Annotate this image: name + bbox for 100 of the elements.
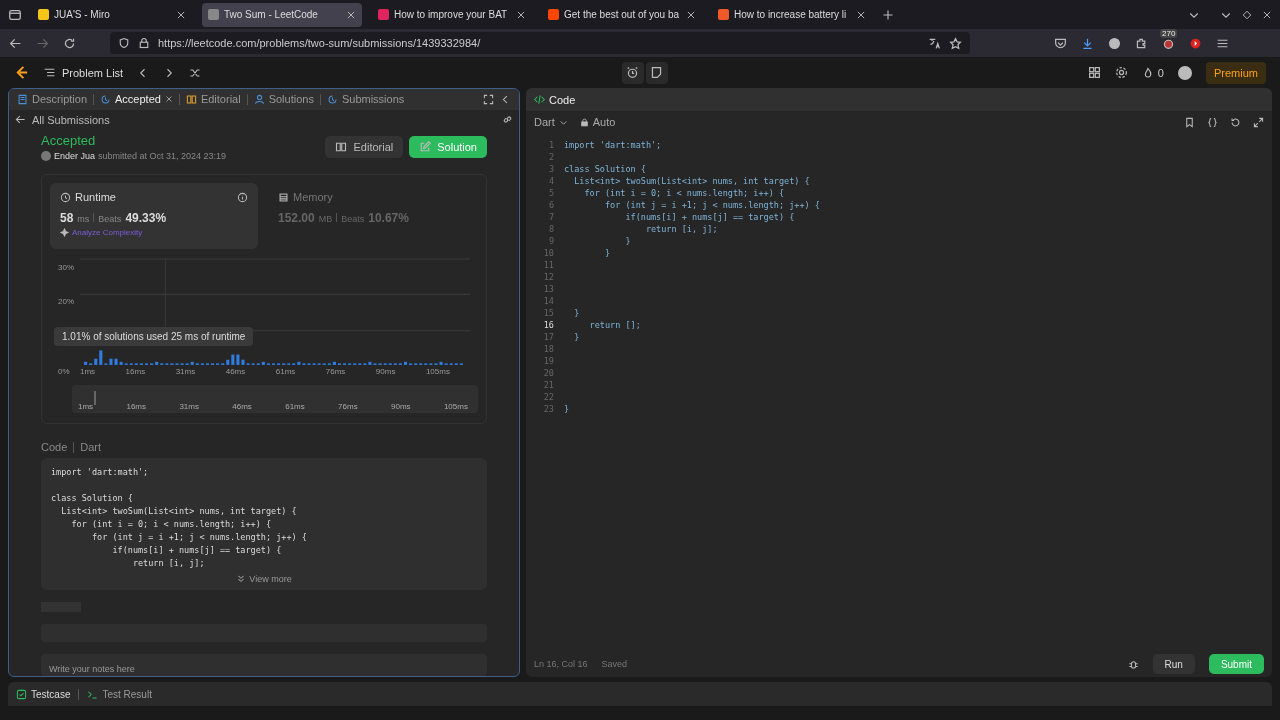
status-text: Accepted <box>41 133 97 148</box>
run-button[interactable]: Run <box>1152 654 1195 674</box>
close-icon[interactable] <box>176 9 186 20</box>
browser-tab[interactable]: Get the best out of you ba <box>542 2 702 27</box>
axis-label: 90ms <box>391 402 411 411</box>
premium-button[interactable]: Premium <box>1206 61 1266 84</box>
panel-tab[interactable]: Submissions <box>326 93 405 106</box>
editorial-button[interactable]: Editorial <box>325 136 404 158</box>
translate-icon[interactable] <box>928 36 941 50</box>
axis-label: 76ms <box>338 402 358 411</box>
close-icon[interactable] <box>1262 9 1272 20</box>
browser-tab[interactable]: JUA'S - Miro <box>32 2 192 27</box>
line-number: 13 <box>542 283 554 295</box>
avatar <box>41 151 51 161</box>
clock-icon <box>60 191 71 203</box>
user-name[interactable]: Ender Jua <box>54 151 96 161</box>
line-number: 10 <box>542 247 554 259</box>
timer-button[interactable] <box>621 61 644 84</box>
puzzle-icon[interactable] <box>1135 36 1148 50</box>
link-icon[interactable] <box>502 114 513 126</box>
problem-list-link[interactable]: Problem List <box>43 66 124 79</box>
code-line: return []; <box>588 319 641 331</box>
axis-label: 105ms <box>443 402 468 411</box>
beats-percent: 10.67% <box>368 211 409 225</box>
bookmark-icon[interactable] <box>1184 116 1195 128</box>
language-select[interactable]: Dart <box>534 116 568 128</box>
browser-tab[interactable]: Two Sum - LeetCode <box>202 2 362 27</box>
line-number: 19 <box>542 355 554 367</box>
tab-list-icon[interactable] <box>8 7 22 22</box>
metric-title: Memory <box>293 191 333 203</box>
browser-tab[interactable]: How to improve your BAT <box>372 2 532 27</box>
favicon-icon <box>378 9 389 20</box>
reset-icon[interactable] <box>1230 116 1241 128</box>
code-line: for (int j = i +1; j < nums.length; j++) { <box>90 531 308 544</box>
note-icon <box>650 66 663 79</box>
line-number: 14 <box>542 295 554 307</box>
code-line: for (int i = 0; i < nums.length; i++) { <box>70 518 273 531</box>
reload-icon[interactable] <box>63 36 76 50</box>
edit-icon <box>419 141 432 153</box>
axis-label: 46ms <box>225 367 246 376</box>
favicon-icon <box>208 9 219 20</box>
favicon-icon <box>548 9 559 20</box>
panel-tab[interactable]: Testcase <box>16 688 71 700</box>
avatar[interactable] <box>1178 65 1192 80</box>
maximize-icon[interactable] <box>483 93 494 105</box>
notes-button[interactable] <box>645 61 668 84</box>
axis-label: 1ms <box>78 402 94 411</box>
panel-tab[interactable]: Test Result <box>87 688 152 700</box>
auto-mode-toggle[interactable]: Auto <box>579 116 616 128</box>
line-number: 4 <box>547 175 554 187</box>
play-icon[interactable] <box>1189 36 1202 50</box>
settings-icon[interactable] <box>1114 66 1128 79</box>
braces-icon[interactable] <box>1207 116 1218 128</box>
bug-icon[interactable] <box>1127 658 1139 670</box>
axis-label: 31ms <box>175 367 196 376</box>
all-submissions-link[interactable]: All Submissions <box>15 113 110 126</box>
lock-icon <box>579 117 589 127</box>
url-text: https://leetcode.com/problems/two-sum/submissions/1439332984/ <box>158 37 481 49</box>
axis-label: 61ms <box>285 402 305 411</box>
line-number: 5 <box>547 187 554 199</box>
leetcode-logo-icon[interactable] <box>14 65 29 80</box>
back-icon[interactable] <box>9 36 22 50</box>
address-bar[interactable]: https://leetcode.com/problems/two-sum/submissions/1439332984/ <box>110 32 970 54</box>
info-icon[interactable] <box>237 191 248 203</box>
pocket-icon[interactable] <box>1054 36 1067 50</box>
restore-icon[interactable] <box>1242 9 1252 20</box>
expand-icon[interactable] <box>1253 116 1264 128</box>
chart-tooltip: 1.01% of solutions used 25 ms of runtime <box>54 327 254 346</box>
panel-tab[interactable]: Accepted <box>100 93 173 106</box>
forward-icon[interactable] <box>36 36 49 50</box>
tab-icon <box>326 93 338 105</box>
close-icon[interactable] <box>516 9 526 20</box>
code-line: } <box>603 247 611 259</box>
code-line: } <box>564 403 570 415</box>
line-number: 12 <box>542 271 554 283</box>
close-icon[interactable] <box>856 9 866 20</box>
new-tab-icon[interactable] <box>882 8 894 21</box>
panel-tab[interactable]: Description <box>17 93 88 106</box>
back-icon <box>15 114 26 126</box>
layout-icon[interactable] <box>1087 66 1101 79</box>
download-icon[interactable] <box>1081 36 1094 50</box>
streak-counter[interactable]: 0 <box>1141 66 1164 79</box>
line-number: 20 <box>542 367 554 379</box>
count-badge: 270 <box>1160 28 1178 38</box>
code-line: class Solution { <box>564 163 646 175</box>
line-number: 1 <box>547 139 554 151</box>
view-more-link[interactable]: View more <box>51 574 477 584</box>
close-icon[interactable] <box>346 9 356 20</box>
shuffle-icon[interactable] <box>189 66 202 79</box>
panel-tab[interactable]: Editorial <box>185 93 241 106</box>
metric-card[interactable]: Runtime 58 ms Beats 49.33% Analyze Complexity <box>50 183 258 249</box>
star-icon[interactable] <box>949 36 962 50</box>
extension-icon[interactable] <box>1108 36 1121 50</box>
browser-tab[interactable]: How to increase battery li <box>712 2 872 27</box>
notes-field[interactable]: Write your notes here <box>41 654 487 676</box>
code-line: class Solution { <box>51 492 134 505</box>
close-icon[interactable] <box>686 9 696 20</box>
close-icon[interactable] <box>164 95 173 104</box>
panel-tab[interactable]: Solutions <box>253 93 314 106</box>
code-line: List<int> twoSum(List<int> nums, int target) { <box>573 175 810 187</box>
